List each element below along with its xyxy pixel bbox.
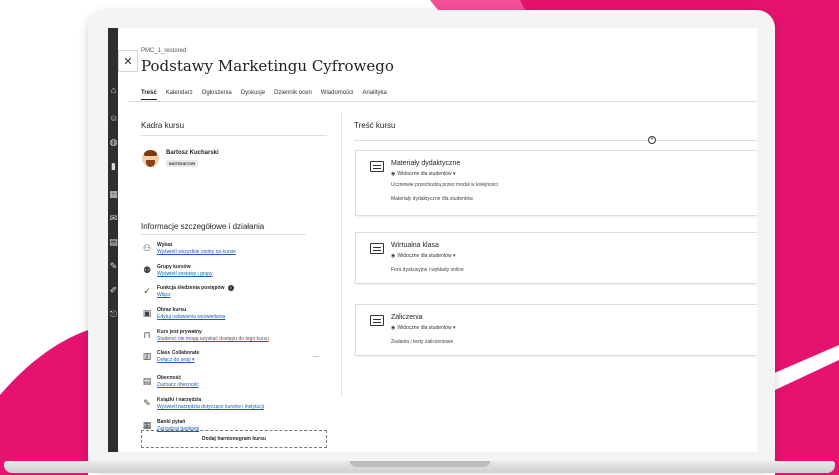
detail-collaborate: ▥ Class Collaborate Dołącz do sesji ▾ ..… — [141, 350, 331, 370]
add-schedule-button[interactable]: Dodaj harmonogram kursu — [141, 430, 327, 448]
detail-tools: ✎ Książki i narzędzia Wyświetl narzędzia… — [141, 397, 331, 417]
tools-icon: ✎ — [143, 398, 151, 408]
avatar — [142, 150, 159, 167]
signout-icon[interactable]: ⎋ — [109, 310, 118, 319]
tools-rail-icon[interactable]: ✎ — [109, 262, 118, 271]
detail-title: Książki i narzędzia — [157, 397, 202, 403]
detail-attendance: ▤ Obecność Zaznacz obecność — [141, 375, 331, 395]
visibility-dropdown[interactable]: ◉ Widoczne dla studentów ▾ — [391, 171, 455, 177]
courses-icon[interactable]: ▮ — [109, 162, 118, 171]
more-options-icon[interactable]: ... — [313, 352, 319, 359]
content-card-materials[interactable]: Materiały dydaktyczne ◉ Widoczne dla stud… — [355, 150, 757, 216]
tab-content[interactable]: Treść — [141, 90, 157, 100]
detail-link[interactable]: Dołącz do sesji ▾ — [157, 357, 195, 363]
content-divider — [354, 140, 757, 141]
content-section-title: Treść kursu — [354, 121, 396, 130]
close-button[interactable]: ✕ — [118, 50, 138, 72]
eye-icon: ◉ — [391, 171, 396, 177]
groups-icon: ⚉ — [142, 265, 152, 275]
grades-icon[interactable]: ▤ — [109, 238, 118, 247]
tab-messages[interactable]: Wiadomości — [321, 90, 354, 100]
content-card-assessments[interactable]: Zaliczenia ◉ Widoczne dla studentów ▾ Zad… — [355, 304, 757, 356]
course-id: PMC_1_restored — [141, 48, 187, 54]
detail-roster: ⚇ Wykaz Wyświetl wszystkie osoby na kurs… — [141, 242, 331, 262]
card-description: Zadania i testy zaliczeniowe — [391, 339, 454, 345]
detail-groups: ⚉ Grupy kursów Wyświetl zestawy i grupy — [141, 264, 331, 284]
visibility-dropdown[interactable]: ◉ Widoczne dla studentów ▾ — [391, 253, 455, 259]
tab-gradebook[interactable]: Dziennik ocen — [274, 90, 312, 100]
app-screen: ⌂ ☺ ◍ ▮ ▦ ✉ ▤ ✎ ✐ ⎋ ✕ PMC_1_restored Pod… — [108, 28, 757, 452]
details-section-title: Informacje szczegółowe i działania — [141, 222, 265, 231]
eye-icon: ◉ — [391, 253, 396, 259]
details-divider — [141, 234, 306, 235]
detail-title: Obraz kursu — [157, 307, 187, 313]
staff-section-title: Kadra kursu — [141, 121, 185, 130]
tab-discussions[interactable]: Dyskusje — [241, 90, 265, 100]
staff-name: Bartosz Kucharski — [166, 150, 219, 156]
attendance-icon: ▤ — [142, 376, 152, 386]
card-title[interactable]: Materiały dydaktyczne — [391, 160, 460, 167]
people-icon: ⚇ — [142, 243, 152, 253]
institution-icon[interactable]: ⌂ — [109, 86, 118, 95]
column-divider — [341, 112, 342, 397]
question-bank-icon: ▦ — [142, 420, 152, 430]
folder-icon — [370, 243, 384, 254]
content-panel: Treść kursu — [354, 121, 757, 130]
visibility-dropdown[interactable]: ◉ Widoczne dla studentów ▾ — [391, 325, 455, 331]
left-nav-rail: ⌂ ☺ ◍ ▮ ▦ ✉ ▤ ✎ ✐ ⎋ — [108, 28, 118, 452]
detail-title: Wykaz — [157, 242, 173, 248]
card-title[interactable]: Wirtualna klasa — [391, 242, 439, 249]
progress-check-icon: ✓ — [143, 286, 151, 296]
info-icon[interactable]: i — [227, 285, 234, 291]
tab-calendar[interactable]: Kalendarz — [166, 90, 193, 100]
page-title: Podstawy Marketingu Cyfrowego — [141, 57, 394, 75]
staff-divider — [141, 135, 327, 136]
detail-link[interactable]: Włącz — [157, 292, 171, 298]
card-title[interactable]: Zaliczenia — [391, 314, 423, 321]
globe-icon[interactable]: ◍ — [109, 138, 118, 147]
detail-title: Class Collaborate — [157, 350, 200, 356]
detail-link[interactable]: Wyświetl narzędzia dotyczące kursów i in… — [157, 404, 264, 410]
detail-private: ⊓ Kurs jest prywatny Studenci nie mogą u… — [141, 329, 331, 349]
detail-course-image: ▣ Obraz kursu Edytuj ustawienia wyświetl… — [141, 307, 331, 327]
card-description: Fora dyskusyjne i wykłady online — [391, 267, 464, 273]
detail-title: Banki pytań — [157, 419, 186, 425]
detail-link[interactable]: Edytuj ustawienia wyświetlania — [157, 314, 225, 320]
role-badge: INSTRUKTOR — [166, 160, 199, 167]
detail-link[interactable]: Zaznacz obecność — [157, 382, 199, 388]
detail-title: Obecność — [157, 375, 182, 381]
detail-link[interactable]: Wyświetl zestawy i grupy — [157, 271, 213, 277]
folder-icon — [370, 315, 384, 326]
edit-icon[interactable]: ✐ — [109, 286, 118, 295]
content-card-virtual-class[interactable]: Wirtualna klasa ◉ Widoczne dla studentów … — [355, 232, 757, 284]
profile-icon[interactable]: ☺ — [109, 114, 118, 123]
pink-shape-bottom-left — [0, 330, 88, 475]
add-content-button[interactable]: + — [648, 136, 656, 144]
folder-icon — [370, 161, 384, 172]
detail-progress: ✓ Funkcja śledzenia postępów i Włącz — [141, 285, 331, 305]
detail-link[interactable]: Wyświetl wszystkie osoby na kursie — [157, 249, 236, 255]
pink-shape-bottom-right — [775, 360, 839, 475]
tab-analytics[interactable]: Analityka — [362, 90, 386, 100]
tabs-divider — [128, 101, 757, 102]
detail-title: Kurs jest prywatny — [157, 329, 202, 335]
card-description: Uczniowie przechodzą przez moduł w kolej… — [391, 182, 498, 188]
detail-title: Grupy kursów — [157, 264, 191, 270]
collaborate-icon: ▥ — [142, 351, 152, 361]
messages-icon[interactable]: ✉ — [109, 214, 118, 223]
staff-member[interactable]: Bartosz Kucharski INSTRUKTOR — [141, 147, 331, 177]
laptop-notch — [350, 461, 490, 467]
calendar-icon[interactable]: ▦ — [109, 190, 118, 199]
close-icon: ✕ — [123, 55, 133, 68]
course-tabs: Treść Kalendarz Ogłoszenia Dyskusje Dzie… — [141, 90, 387, 100]
left-panel: Kadra kursu Bartosz Kucharski INSTRUKTOR… — [141, 121, 331, 432]
tab-announcements[interactable]: Ogłoszenia — [202, 90, 232, 100]
image-icon: ▣ — [142, 308, 152, 318]
detail-title: Funkcja śledzenia postępów i — [157, 285, 234, 291]
eye-icon: ◉ — [391, 325, 396, 331]
lock-icon: ⊓ — [143, 330, 151, 340]
detail-link[interactable]: Studenci nie mogą uzyskać dostępu do teg… — [157, 336, 269, 342]
card-description: Materiały dydaktyczne dla studentów. — [391, 196, 474, 202]
